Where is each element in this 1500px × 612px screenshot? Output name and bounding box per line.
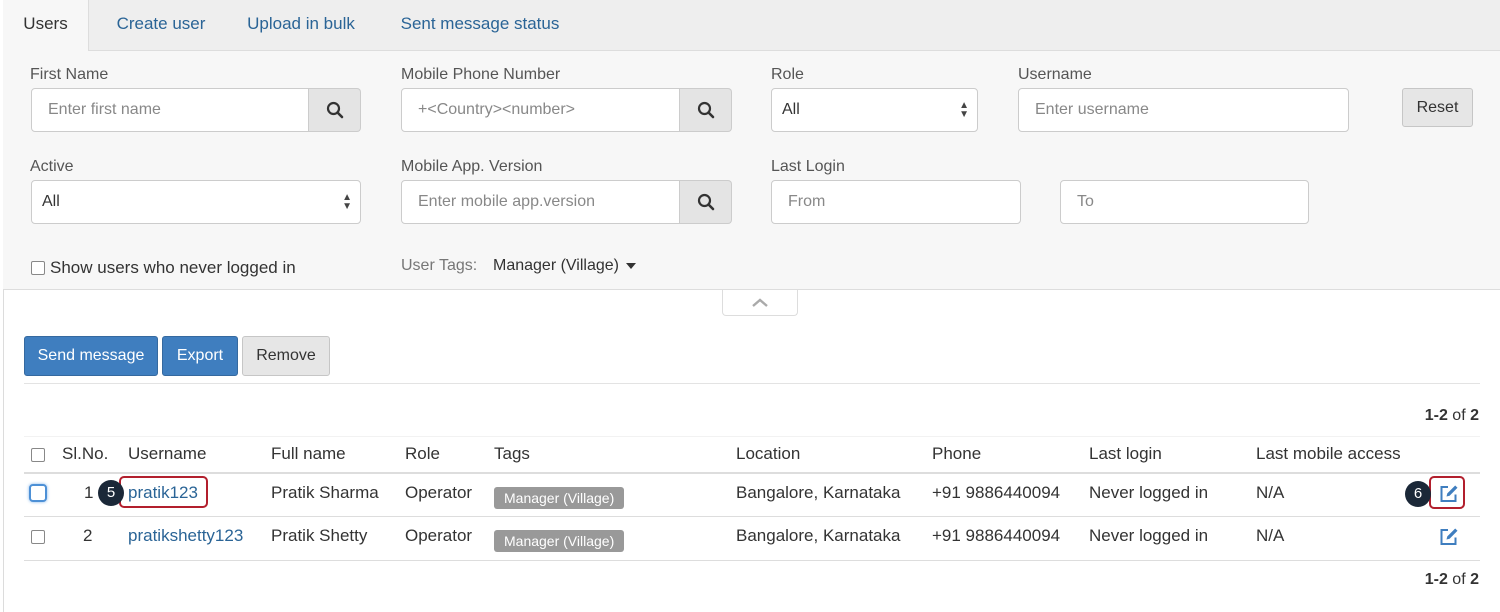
- app-version-label: Mobile App. Version: [401, 158, 543, 175]
- cell-phone: +91 9886440094: [932, 483, 1061, 502]
- select-arrows-icon: ▲ ▼: [342, 192, 352, 212]
- row-divider: [24, 516, 1480, 517]
- search-icon: [697, 193, 714, 211]
- divider: [24, 383, 1480, 384]
- cell-role: Operator: [405, 483, 473, 502]
- user-tags-label: User Tags:: [401, 257, 478, 274]
- callout-badge-5: 5: [98, 480, 124, 506]
- mobile-phone-search-button[interactable]: [680, 88, 732, 132]
- pagination-summary-top: 1-2 of 2: [1425, 407, 1479, 425]
- tab-create-user[interactable]: Create user: [99, 0, 223, 51]
- cell-location: Bangalore, Karnataka: [736, 526, 901, 545]
- header-sl-no: Sl.No.: [62, 444, 109, 463]
- header-last-login: Last login: [1089, 444, 1162, 463]
- chevron-up-icon: [752, 297, 768, 307]
- last-login-label: Last Login: [771, 158, 845, 175]
- tab-bar: Users Create user Upload in bulk Sent me…: [3, 0, 1500, 52]
- active-label: Active: [30, 158, 74, 175]
- username-input[interactable]: [1018, 88, 1349, 132]
- header-role: Role: [405, 444, 440, 463]
- edit-icon[interactable]: [1439, 527, 1459, 546]
- header-bottom-border: [24, 472, 1480, 474]
- row-checkbox[interactable]: [29, 484, 47, 502]
- select-arrows-icon: ▲ ▼: [959, 100, 969, 120]
- user-tags-dropdown[interactable]: Manager (Village): [493, 257, 637, 275]
- cell-sl-no: 2: [83, 526, 93, 545]
- never-logged-in-checkbox[interactable]: [31, 261, 45, 275]
- cell-last-mobile-access: N/A: [1256, 483, 1285, 502]
- mobile-phone-input[interactable]: [401, 88, 680, 132]
- mobile-phone-label: Mobile Phone Number: [401, 66, 561, 83]
- role-select[interactable]: All ▲ ▼: [771, 88, 978, 132]
- cell-last-login: Never logged in: [1089, 526, 1209, 545]
- never-logged-in-label: Show users who never logged in: [50, 258, 296, 277]
- header-tags: Tags: [494, 444, 530, 463]
- user-tags-value: Manager (Village): [493, 257, 619, 274]
- search-icon: [697, 101, 714, 119]
- tab-sent-message-status[interactable]: Sent message status: [389, 0, 571, 51]
- cell-username-link[interactable]: pratikshetty123: [128, 526, 243, 546]
- tab-users[interactable]: Users: [3, 0, 89, 52]
- pagination-total: 2: [1470, 571, 1479, 588]
- cell-role: Operator: [405, 526, 473, 545]
- header-phone: Phone: [932, 444, 982, 463]
- header-username: Username: [128, 444, 207, 463]
- select-all-checkbox[interactable]: [31, 448, 45, 462]
- first-name-search-button[interactable]: [309, 88, 361, 132]
- header-location: Location: [736, 444, 801, 463]
- cell-location: Bangalore, Karnataka: [736, 483, 901, 502]
- filter-panel: [3, 51, 1500, 290]
- table-top-border: [24, 436, 1480, 437]
- remove-button[interactable]: Remove: [242, 336, 330, 376]
- callout-badge-6: 6: [1405, 481, 1431, 507]
- last-login-from-input[interactable]: [771, 180, 1021, 224]
- pagination-summary-bottom: 1-2 of 2: [1425, 571, 1479, 589]
- pagination-range: 1-2: [1424, 407, 1448, 424]
- collapse-filters-button[interactable]: [722, 290, 798, 316]
- role-label: Role: [771, 66, 804, 83]
- row-checkbox[interactable]: [31, 530, 45, 544]
- cell-last-login: Never logged in: [1089, 483, 1209, 502]
- pagination-total: 2: [1470, 407, 1479, 424]
- cell-full-name: Pratik Shetty: [271, 526, 368, 545]
- cell-phone: +91 9886440094: [932, 526, 1061, 545]
- app-version-search-button[interactable]: [680, 180, 732, 224]
- pagination-range: 1-2: [1424, 571, 1448, 588]
- username-callout-box: [119, 476, 208, 508]
- pagination-of: of: [1452, 571, 1466, 588]
- cell-full-name: Pratik Sharma: [271, 483, 379, 502]
- header-last-mobile-access: Last mobile access: [1256, 444, 1401, 463]
- first-name-input[interactable]: [31, 88, 309, 132]
- send-message-button[interactable]: Send message: [24, 336, 158, 376]
- last-login-to-input[interactable]: [1060, 180, 1309, 224]
- search-icon: [326, 101, 343, 119]
- first-name-label: First Name: [30, 66, 109, 83]
- header-full-name: Full name: [271, 444, 346, 463]
- caret-down-icon: [626, 262, 637, 269]
- tag-badge: Manager (Village): [494, 487, 625, 509]
- app-version-input[interactable]: [401, 180, 680, 224]
- cell-sl-no: 1: [84, 483, 94, 502]
- export-button[interactable]: Export: [162, 336, 238, 376]
- active-select[interactable]: All ▲ ▼: [31, 180, 361, 224]
- cell-last-mobile-access: N/A: [1256, 526, 1285, 545]
- pagination-of: of: [1452, 407, 1466, 424]
- reset-button[interactable]: Reset: [1402, 88, 1473, 127]
- role-select-value: All: [782, 101, 800, 118]
- username-label: Username: [1018, 66, 1092, 83]
- active-select-value: All: [42, 193, 60, 210]
- tag-badge: Manager (Village): [494, 530, 625, 552]
- tab-upload-in-bulk[interactable]: Upload in bulk: [233, 0, 369, 51]
- edit-callout-box: [1429, 476, 1465, 509]
- table-bottom-border: [24, 560, 1480, 561]
